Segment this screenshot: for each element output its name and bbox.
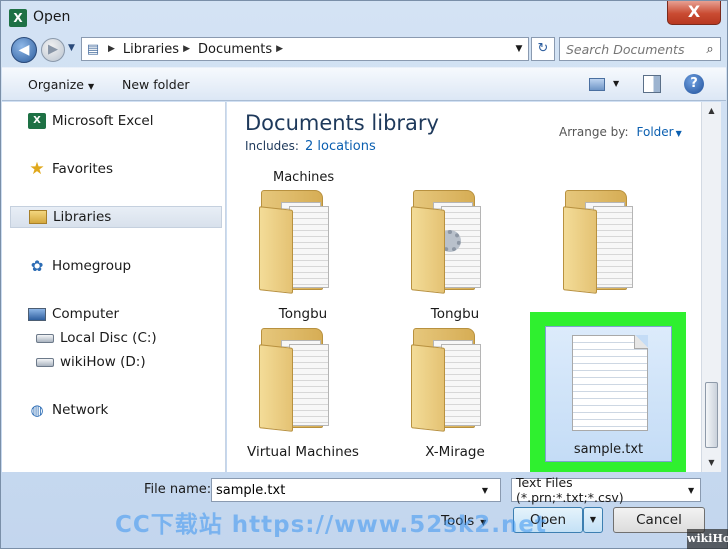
file-name-label: File name: bbox=[144, 482, 212, 497]
folder-item-partial[interactable] bbox=[539, 190, 675, 298]
navigation-pane: X Microsoft Excel ★ Favorites Libraries … bbox=[2, 102, 226, 472]
folder-icon bbox=[563, 190, 633, 294]
file-item-sample-txt[interactable]: sample.txt bbox=[545, 326, 672, 462]
sidebar-item-local-disc[interactable]: Local Disc (C:) bbox=[2, 327, 224, 349]
help-icon[interactable]: ? bbox=[684, 74, 704, 94]
folder-icon bbox=[259, 190, 329, 294]
open-dialog: X Open X ◀ ▶ ▼ ▤ ▶ Libraries ▶ Documents… bbox=[0, 0, 728, 549]
arrange-by: Arrange by: Folder ▼ bbox=[559, 125, 682, 139]
file-name-input[interactable] bbox=[216, 482, 476, 498]
folder-icon bbox=[411, 328, 481, 432]
recent-pages-dropdown[interactable]: ▼ bbox=[68, 43, 75, 53]
sidebar-item-favorites[interactable]: ★ Favorites bbox=[2, 158, 224, 180]
locations-link[interactable]: 2 locations bbox=[305, 139, 376, 154]
breadcrumb-documents[interactable]: Documents bbox=[198, 42, 272, 57]
wikihow-logo: wikiHow bbox=[687, 529, 728, 549]
group-label: Machines bbox=[273, 170, 335, 185]
folder-icon bbox=[259, 328, 329, 432]
organize-label: Organize bbox=[28, 77, 84, 92]
vertical-scrollbar[interactable]: ▲ ▼ bbox=[701, 102, 721, 472]
sidebar-item-label: Favorites bbox=[52, 161, 113, 177]
file-type-value: Text Files (*.prn;*.txt;*.csv) bbox=[516, 475, 624, 505]
library-title: Documents library bbox=[245, 111, 439, 135]
sidebar-item-label: Microsoft Excel bbox=[52, 113, 154, 129]
scroll-up-icon[interactable]: ▲ bbox=[702, 102, 721, 120]
sidebar-item-label: Network bbox=[52, 402, 109, 418]
library-includes: Includes: 2 locations bbox=[245, 139, 376, 154]
change-view-icon[interactable] bbox=[589, 78, 605, 91]
breadcrumb-libraries[interactable]: Libraries bbox=[123, 42, 179, 57]
search-box[interactable]: ⌕ bbox=[559, 37, 721, 61]
arrange-by-dropdown[interactable]: Folder bbox=[637, 125, 674, 139]
search-input[interactable] bbox=[566, 41, 700, 57]
close-button[interactable]: X bbox=[667, 1, 721, 25]
file-type-select[interactable]: Text Files (*.prn;*.txt;*.csv) ▼ bbox=[511, 475, 701, 505]
excel-icon: X bbox=[9, 9, 27, 27]
sidebar-item-label: Local Disc (C:) bbox=[60, 330, 157, 346]
chevron-right-icon[interactable]: ▶ bbox=[108, 44, 115, 54]
address-dropdown-icon[interactable]: ▼ bbox=[510, 44, 528, 54]
forward-button[interactable]: ▶ bbox=[41, 38, 65, 62]
sidebar-item-microsoft-excel[interactable]: X Microsoft Excel bbox=[2, 110, 224, 132]
organize-button[interactable]: Organize ▼ bbox=[28, 77, 94, 92]
text-file-icon bbox=[572, 335, 648, 431]
address-bar[interactable]: ▤ ▶ Libraries ▶ Documents ▶ ▼ bbox=[81, 37, 529, 61]
folder-icon bbox=[411, 190, 481, 294]
scroll-thumb[interactable] bbox=[705, 382, 718, 448]
chevron-down-icon[interactable]: ▼ bbox=[676, 129, 682, 138]
scroll-down-icon[interactable]: ▼ bbox=[702, 454, 721, 472]
sidebar-item-label: wikiHow (D:) bbox=[60, 354, 146, 370]
folder-label: X-Mirage bbox=[425, 444, 485, 460]
folder-item-x-mirage[interactable]: X-Mirage bbox=[387, 328, 523, 460]
star-icon: ★ bbox=[29, 159, 45, 179]
sidebar-item-label: Computer bbox=[52, 306, 120, 322]
sidebar-item-homegroup[interactable]: ✿ Homegroup bbox=[2, 255, 224, 277]
chevron-down-icon[interactable]: ▼ bbox=[682, 486, 700, 495]
chevron-right-icon[interactable]: ▶ bbox=[276, 44, 283, 54]
sidebar-item-label: Libraries bbox=[53, 209, 112, 225]
chevron-down-icon[interactable]: ▼ bbox=[476, 486, 494, 495]
open-options-button[interactable]: ▼ bbox=[583, 507, 603, 533]
refresh-button[interactable]: ↻ bbox=[531, 37, 555, 61]
preview-pane-icon[interactable] bbox=[643, 75, 661, 93]
excel-icon: X bbox=[28, 113, 46, 129]
new-folder-button[interactable]: New folder bbox=[122, 77, 190, 92]
includes-label: Includes: bbox=[245, 139, 299, 153]
homegroup-icon: ✿ bbox=[30, 257, 44, 275]
search-icon[interactable]: ⌕ bbox=[700, 42, 720, 57]
sidebar-item-label: Homegroup bbox=[52, 258, 132, 274]
window-title: Open bbox=[33, 9, 71, 25]
disc-icon bbox=[36, 333, 54, 343]
view-options-dropdown[interactable]: ▼ bbox=[613, 79, 619, 88]
title-bar: X Open X bbox=[1, 1, 728, 35]
sidebar-item-network[interactable]: ◍ Network bbox=[2, 399, 224, 421]
file-label: sample.txt bbox=[573, 442, 644, 457]
back-button[interactable]: ◀ bbox=[11, 37, 37, 63]
folder-item-tongbu-2[interactable]: Tongbu bbox=[387, 190, 523, 322]
folder-label: Virtual Machines bbox=[247, 444, 359, 460]
folder-item-tongbu[interactable]: Tongbu bbox=[235, 190, 371, 322]
file-name-field[interactable]: ▼ bbox=[211, 478, 501, 502]
libraries-icon: ▤ bbox=[86, 41, 100, 57]
file-list: Documents library Includes: 2 locations A… bbox=[227, 102, 701, 472]
libraries-icon bbox=[29, 210, 47, 224]
sidebar-item-computer[interactable]: Computer bbox=[2, 303, 224, 325]
sidebar-item-wikihow-drive[interactable]: wikiHow (D:) bbox=[2, 351, 224, 373]
network-icon: ◍ bbox=[30, 401, 44, 419]
chevron-right-icon[interactable]: ▶ bbox=[183, 44, 190, 54]
arrange-label: Arrange by: bbox=[559, 125, 629, 139]
sidebar-item-libraries[interactable]: Libraries bbox=[10, 206, 222, 228]
folder-label: Tongbu bbox=[430, 306, 480, 322]
disc-icon bbox=[36, 357, 54, 367]
folder-label: Tongbu bbox=[278, 306, 328, 322]
chevron-down-icon: ▼ bbox=[88, 82, 95, 91]
watermark-text: CC下载站 https://www.52sk2.net bbox=[115, 512, 547, 538]
computer-icon bbox=[28, 307, 46, 321]
folder-item-virtual-machines[interactable]: Virtual Machines bbox=[235, 328, 371, 460]
